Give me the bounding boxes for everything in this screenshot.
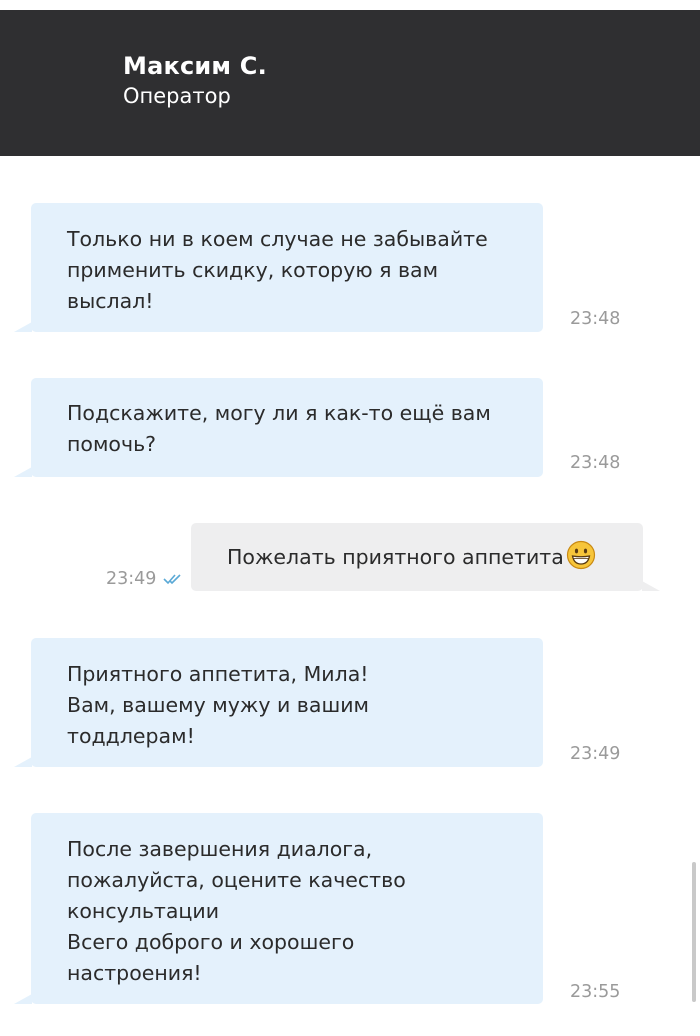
- operator-name: Максим С.: [123, 52, 267, 80]
- message-bubble-incoming: Приятного аппетита, Мила! Вам, вашему му…: [14, 638, 543, 767]
- message-text: Подскажите, могу ли я как-то ещё вам пом…: [67, 401, 491, 456]
- message-time: 23:49: [570, 744, 621, 764]
- top-strip: [0, 0, 700, 10]
- message-text: Пожелать приятного аппетита: [227, 545, 564, 569]
- message-bubble-incoming: Только ни в коем случае не забывайте при…: [14, 203, 543, 332]
- message-bubble-outgoing: Пожелать приятного аппетита: [191, 523, 660, 591]
- grinning-face-emoji-icon: [566, 540, 595, 570]
- message-bubble-incoming: После завершения диалога, пожалуйста, оц…: [14, 813, 543, 1004]
- message-time: 23:48: [570, 453, 621, 473]
- message-bubble-incoming: Подскажите, могу ли я как-то ещё вам пом…: [14, 378, 543, 477]
- chat-header: Максим С. Оператор: [0, 10, 700, 156]
- read-checkmarks-icon: [163, 574, 181, 585]
- message-time: 23:48: [570, 309, 621, 329]
- message-time: 23:49: [106, 569, 157, 589]
- message-text: Приятного аппетита, Мила! Вам, вашему му…: [67, 662, 369, 748]
- operator-role: Оператор: [123, 84, 231, 108]
- message-time: 23:55: [570, 982, 621, 1002]
- scrollbar-thumb[interactable]: [692, 862, 696, 1002]
- message-text: После завершения диалога, пожалуйста, оц…: [67, 837, 406, 985]
- message-text: Только ни в коем случае не забывайте при…: [67, 227, 488, 313]
